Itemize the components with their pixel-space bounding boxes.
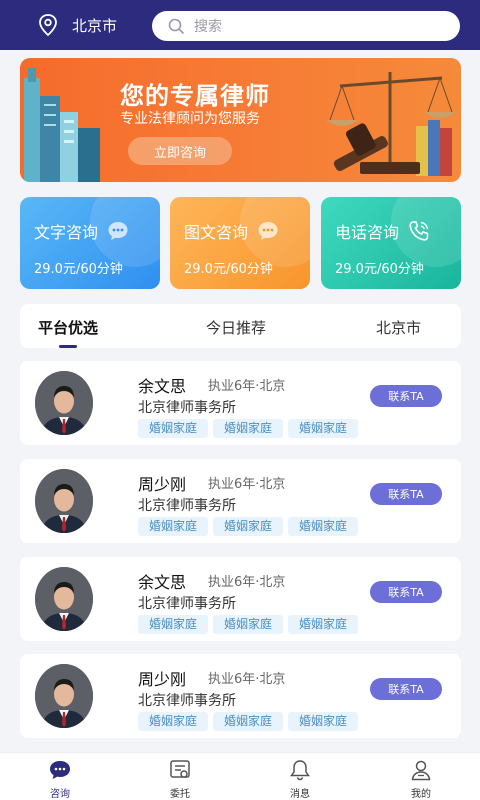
contact-lawyer-button[interactable]: 联系TA <box>370 678 442 700</box>
search-placeholder: 搜索 <box>194 19 222 35</box>
bell-icon <box>290 760 310 781</box>
image-text-consult-card[interactable]: 图文咨询 29.0元/60分钟 <box>170 197 310 289</box>
lawyer-avatar <box>35 567 93 631</box>
lawyer-tags: 婚姻家庭 婚姻家庭 婚姻家庭 <box>138 615 359 634</box>
lawyer-card[interactable]: 余文思 执业6年·北京 北京律师事务所 婚姻家庭 婚姻家庭 婚姻家庭 联系TA <box>20 557 461 641</box>
banner-subtitle: 专业法律顾问为您服务 <box>120 111 260 127</box>
lawyer-name: 周少刚 <box>138 475 187 494</box>
specialty-tag: 婚姻家庭 <box>213 419 284 438</box>
lawyer-avatar <box>35 469 93 533</box>
lawyer-firm: 北京律师事务所 <box>138 693 236 709</box>
lawyer-experience: 执业6年·北京 <box>208 379 286 394</box>
service-title: 文字咨询 <box>34 223 99 242</box>
tab-today-recommend[interactable]: 今日推荐 <box>206 317 266 338</box>
banner-title: 您的专属律师 <box>120 82 270 110</box>
specialty-tag: 婚姻家庭 <box>138 615 209 634</box>
bottom-navigation: 咨询 委托 消息 我的 <box>0 752 480 800</box>
nav-label: 我的 <box>411 789 431 800</box>
phone-icon <box>409 221 429 241</box>
lawyer-name: 余文思 <box>138 377 187 396</box>
lawyer-experience: 执业6年·北京 <box>208 672 286 687</box>
specialty-tag: 婚姻家庭 <box>138 419 209 438</box>
service-title: 图文咨询 <box>184 223 249 242</box>
lawyer-card[interactable]: 周少刚 执业6年·北京 北京律师事务所 婚姻家庭 婚姻家庭 婚姻家庭 联系TA <box>20 654 461 738</box>
lawyer-experience: 执业6年·北京 <box>208 477 286 492</box>
user-icon <box>411 760 431 781</box>
service-price: 29.0元/60分钟 <box>34 262 123 277</box>
contact-lawyer-button[interactable]: 联系TA <box>370 581 442 603</box>
lawyer-tags: 婚姻家庭 婚姻家庭 婚姻家庭 <box>138 419 359 438</box>
location-selector[interactable]: 北京市 <box>38 14 117 36</box>
tab-city[interactable]: 北京市 <box>376 317 421 338</box>
contact-lawyer-button[interactable]: 联系TA <box>370 483 442 505</box>
specialty-tag: 婚姻家庭 <box>288 615 359 634</box>
lawyer-card[interactable]: 周少刚 执业6年·北京 北京律师事务所 婚姻家庭 婚姻家庭 婚姻家庭 联系TA <box>20 459 461 543</box>
nav-consult[interactable]: 咨询 <box>30 759 90 800</box>
lawyer-firm: 北京律师事务所 <box>138 400 236 416</box>
entrust-icon <box>170 760 190 778</box>
location-pin-icon <box>39 14 57 36</box>
active-tab-indicator <box>59 345 77 348</box>
chat-icon <box>50 761 70 779</box>
top-bar: 北京市 搜索 <box>0 0 480 50</box>
lawyer-tags: 婚姻家庭 婚姻家庭 婚姻家庭 <box>138 517 359 536</box>
service-price: 29.0元/60分钟 <box>184 262 273 277</box>
text-consult-card[interactable]: 文字咨询 29.0元/60分钟 <box>20 197 160 289</box>
nav-label: 委托 <box>170 789 190 800</box>
filter-tabs: 平台优选 今日推荐 北京市 <box>20 304 461 348</box>
phone-consult-card[interactable]: 电话咨询 29.0元/60分钟 <box>321 197 461 289</box>
specialty-tag: 婚姻家庭 <box>213 615 284 634</box>
lawyer-name: 周少刚 <box>138 670 187 689</box>
location-label: 北京市 <box>72 16 118 35</box>
promo-banner[interactable]: 您的专属律师 专业法律顾问为您服务 立即咨询 <box>20 58 461 182</box>
lawyer-card[interactable]: 余文思 执业6年·北京 北京律师事务所 婚姻家庭 婚姻家庭 婚姻家庭 联系TA <box>20 361 461 445</box>
specialty-tag: 婚姻家庭 <box>138 517 209 536</box>
tab-platform-picks[interactable]: 平台优选 <box>38 317 98 338</box>
justice-scale-gavel-illustration <box>326 72 456 176</box>
lawyer-avatar <box>35 371 93 435</box>
search-icon <box>168 18 184 34</box>
specialty-tag: 婚姻家庭 <box>138 712 209 731</box>
city-buildings-illustration <box>24 68 100 182</box>
specialty-tag: 婚姻家庭 <box>288 517 359 536</box>
chat-dots-icon <box>108 222 128 240</box>
specialty-tag: 婚姻家庭 <box>213 712 284 731</box>
lawyer-firm: 北京律师事务所 <box>138 498 236 514</box>
nav-profile[interactable]: 我的 <box>391 759 451 800</box>
specialty-tag: 婚姻家庭 <box>213 517 284 536</box>
specialty-tag: 婚姻家庭 <box>288 419 359 438</box>
chat-dots-icon <box>258 222 278 240</box>
service-price: 29.0元/60分钟 <box>335 262 424 277</box>
nav-label: 咨询 <box>50 789 70 800</box>
lawyer-firm: 北京律师事务所 <box>138 596 236 612</box>
search-input[interactable]: 搜索 <box>152 11 460 41</box>
service-title: 电话咨询 <box>335 223 400 242</box>
lawyer-name: 余文思 <box>138 573 187 592</box>
lawyer-experience: 执业6年·北京 <box>208 575 286 590</box>
consult-now-button[interactable]: 立即咨询 <box>128 137 232 165</box>
nav-label: 消息 <box>290 789 310 800</box>
lawyer-avatar <box>35 664 93 728</box>
contact-lawyer-button[interactable]: 联系TA <box>370 385 442 407</box>
lawyer-tags: 婚姻家庭 婚姻家庭 婚姻家庭 <box>138 712 359 731</box>
specialty-tag: 婚姻家庭 <box>288 712 359 731</box>
nav-messages[interactable]: 消息 <box>270 759 330 800</box>
nav-entrust[interactable]: 委托 <box>150 759 210 800</box>
